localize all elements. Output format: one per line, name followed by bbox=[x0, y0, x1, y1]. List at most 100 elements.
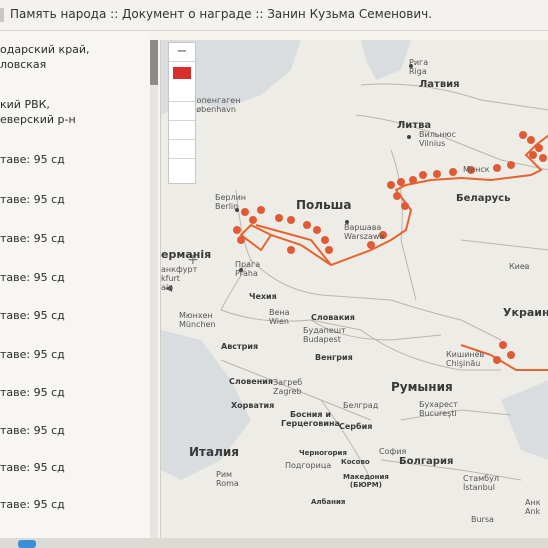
country-label-montenegro: Черногория bbox=[299, 449, 347, 457]
route-marker[interactable] bbox=[535, 144, 543, 152]
route-marker[interactable] bbox=[249, 216, 257, 224]
city-label-rome: Рим Roma bbox=[216, 470, 239, 488]
city-label-vilnius: Вильнюс Vilnius bbox=[419, 130, 456, 148]
unit-line: таве: 95 сд bbox=[0, 153, 65, 166]
route-marker[interactable] bbox=[507, 161, 515, 169]
conscription-line-2: еверский р-н bbox=[0, 113, 76, 126]
route-marker[interactable] bbox=[275, 214, 283, 222]
route-marker[interactable] bbox=[507, 351, 515, 359]
country-label-albania: Албания bbox=[311, 498, 346, 506]
route-marker[interactable] bbox=[493, 164, 501, 172]
zoom-level-indicator[interactable] bbox=[173, 67, 191, 79]
city-label-zagreb: Загреб Zagreb bbox=[273, 378, 303, 396]
black-sea bbox=[501, 380, 548, 460]
birthplace-line-1: одарский край, bbox=[0, 43, 90, 56]
city-label-warsaw: Варшава Warszawa bbox=[344, 223, 385, 241]
tab-icon bbox=[0, 8, 4, 22]
unit-line: таве: 95 сд bbox=[0, 424, 65, 437]
route-marker[interactable] bbox=[257, 206, 265, 214]
route-marker[interactable] bbox=[367, 241, 375, 249]
country-label-hungary: Венгрия bbox=[315, 353, 353, 362]
route-marker[interactable] bbox=[493, 356, 501, 364]
route-marker[interactable] bbox=[325, 246, 333, 254]
city-label-berlin: Берлин Berlin bbox=[215, 193, 247, 211]
city-label-bursa: Bursa bbox=[471, 515, 494, 524]
city-label-munich: Мюнхен München bbox=[179, 311, 216, 329]
city-label-vienna: Вена Wien bbox=[269, 308, 290, 326]
route-marker[interactable] bbox=[287, 216, 295, 224]
route-marker[interactable] bbox=[397, 178, 405, 186]
taskbar-app-icon[interactable] bbox=[18, 540, 36, 548]
unit-line: таве: 95 сд bbox=[0, 193, 65, 206]
unit-line: таве: 95 сд bbox=[0, 309, 65, 322]
route-marker[interactable] bbox=[237, 236, 245, 244]
city-label-riga: Рига Riga bbox=[409, 58, 429, 76]
city-label-belgrade: Белград bbox=[343, 401, 379, 410]
zoom-cross-icon[interactable]: + bbox=[187, 252, 199, 268]
country-label-serbia: Сербия bbox=[339, 422, 373, 431]
zoom-step[interactable] bbox=[169, 121, 195, 140]
battle-path-map[interactable]: Латвия Литва Польша Беларусь Чехия Слова… bbox=[160, 40, 548, 540]
city-label-prague: Прага Praha bbox=[235, 260, 261, 278]
zoom-out-button[interactable]: − bbox=[169, 43, 195, 62]
city-label-podgorica: Подгорица bbox=[285, 461, 332, 470]
zoom-step[interactable] bbox=[169, 83, 195, 102]
taskbar bbox=[0, 538, 548, 548]
route-markers[interactable] bbox=[233, 131, 547, 364]
route-marker[interactable] bbox=[449, 168, 457, 176]
country-label-croatia: Хорватия bbox=[231, 401, 275, 410]
route-marker[interactable] bbox=[233, 226, 241, 234]
unit-line: таве: 95 сд bbox=[0, 498, 65, 511]
award-details-panel: одарский край, ловская кий РВК, еверский… bbox=[0, 31, 150, 543]
city-label-istanbul: Стамбул İstanbul bbox=[463, 474, 499, 492]
map-zoom-control[interactable]: − bbox=[168, 42, 196, 184]
country-label-latvia: Латвия bbox=[419, 79, 460, 90]
pan-left-icon[interactable]: ◂ bbox=[165, 280, 172, 296]
route-marker[interactable] bbox=[313, 226, 321, 234]
unit-line: таве: 95 сд bbox=[0, 348, 65, 361]
country-label-bulgaria: Болгария bbox=[399, 456, 454, 467]
zoom-step[interactable] bbox=[169, 140, 195, 159]
route-marker[interactable] bbox=[393, 192, 401, 200]
route-marker[interactable] bbox=[401, 202, 409, 210]
country-label-bosnia: Босния и Герцеговина bbox=[281, 410, 340, 428]
country-borders bbox=[220, 83, 548, 481]
country-label-slovakia: Словакия bbox=[311, 313, 355, 322]
country-label-czech: Чехия bbox=[249, 292, 277, 301]
route-marker[interactable] bbox=[499, 341, 507, 349]
country-label-austria: Австрия bbox=[221, 342, 259, 351]
route-marker[interactable] bbox=[303, 221, 311, 229]
window-title: Память народа :: Документ о награде :: З… bbox=[10, 7, 433, 21]
scrollbar-thumb[interactable] bbox=[150, 40, 158, 85]
city-label-bucharest: Бухарест Bucureşti bbox=[419, 400, 458, 418]
conscription-line-1: кий РВК, bbox=[0, 98, 50, 111]
sidebar-scrollbar[interactable] bbox=[150, 40, 158, 540]
country-label-kosovo: Косово bbox=[341, 458, 370, 466]
country-label-macedonia: Македония (БЮРМ) bbox=[343, 473, 389, 489]
route-marker[interactable] bbox=[387, 181, 395, 189]
route-marker[interactable] bbox=[409, 176, 417, 184]
zoom-step[interactable] bbox=[169, 159, 195, 181]
route-marker[interactable] bbox=[433, 170, 441, 178]
unit-line: таве: 95 сд bbox=[0, 461, 65, 474]
route-marker[interactable] bbox=[527, 136, 535, 144]
unit-line: таве: 95 сд bbox=[0, 271, 65, 284]
title-bar: Память народа :: Документ о награде :: З… bbox=[0, 0, 548, 31]
birthplace-line-2: ловская bbox=[0, 58, 47, 71]
route-marker[interactable] bbox=[287, 246, 295, 254]
route-marker[interactable] bbox=[529, 151, 537, 159]
city-label-budapest: Будапешт Budapest bbox=[303, 326, 346, 344]
route-marker[interactable] bbox=[519, 131, 527, 139]
route-marker[interactable] bbox=[321, 236, 329, 244]
route-marker[interactable] bbox=[419, 171, 427, 179]
city-label-sofia: София bbox=[379, 447, 407, 456]
route-marker[interactable] bbox=[539, 154, 547, 162]
country-label-romania: Румыния bbox=[391, 380, 453, 394]
country-label-ukraine: Украин bbox=[503, 306, 548, 319]
city-label-chisinau: Кишинёв Chişinău bbox=[446, 350, 485, 368]
country-label-italy: Италия bbox=[189, 445, 239, 459]
battle-route bbox=[239, 134, 548, 371]
zoom-step[interactable] bbox=[169, 102, 195, 121]
city-label-kyiv: Киев bbox=[509, 262, 530, 271]
city-label-ankara: Анк Ank bbox=[525, 498, 541, 516]
